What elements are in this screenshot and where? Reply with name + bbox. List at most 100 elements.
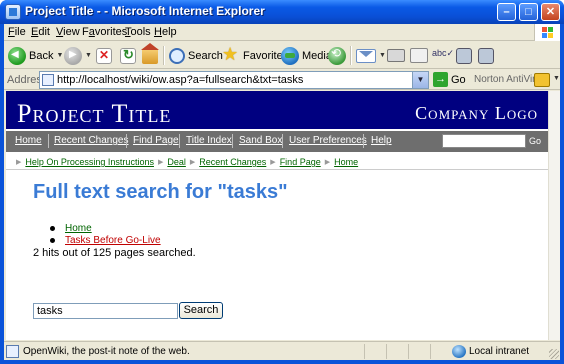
breadcrumb-item[interactable]: Help On Processing Instructions: [25, 157, 154, 167]
page-viewport: Project Title Company Logo Home Recent C…: [6, 91, 548, 340]
mail-button[interactable]: ▼: [356, 45, 386, 66]
printer-icon: [387, 49, 405, 62]
forward-dropdown-icon[interactable]: ▼: [85, 52, 92, 59]
site-header: Project Title Company Logo: [6, 91, 548, 129]
nav-home[interactable]: Home: [15, 135, 42, 146]
menu-help[interactable]: Help: [154, 26, 177, 38]
search-input[interactable]: [33, 303, 178, 319]
mail-icon: [356, 48, 376, 63]
bullet-icon: [50, 225, 55, 231]
norton-dropdown-icon[interactable]: ▼: [553, 75, 560, 82]
search-submit-button[interactable]: Search: [179, 302, 223, 319]
standard-toolbar: Back ▼ ▼ Search Favorites Media: [4, 42, 560, 69]
browser-window: Project Title - - Microsoft Internet Exp…: [0, 0, 564, 364]
nav-user-preferences[interactable]: User Preferences: [289, 135, 367, 146]
page-heading: Full text search for "tasks": [33, 181, 288, 203]
breadcrumb-arrow-icon: ▶: [16, 159, 22, 166]
go-button[interactable]: → Go: [433, 72, 466, 87]
back-label: Back: [29, 49, 54, 62]
bullet-icon: [50, 237, 55, 243]
nav-divider: [179, 134, 180, 148]
status-pane: [386, 344, 406, 359]
nav-divider: [282, 134, 283, 148]
history-button[interactable]: [328, 45, 346, 66]
forward-button[interactable]: ▼: [64, 45, 92, 66]
menu-view[interactable]: View: [56, 26, 80, 38]
media-button[interactable]: Media: [281, 45, 332, 66]
breadcrumb-item[interactable]: Deal: [167, 157, 186, 167]
nav-help[interactable]: Help: [371, 135, 392, 146]
menu-file[interactable]: File: [8, 26, 26, 38]
nav-divider: [48, 134, 49, 148]
search-label: Search: [188, 49, 223, 62]
toolbar-divider: [163, 46, 164, 65]
nav-recent-changes[interactable]: Recent Changes: [54, 135, 129, 146]
menu-bar: File Edit View Favorites Tools Help: [4, 24, 560, 41]
breadcrumb-arrow-icon: ▶: [157, 159, 164, 166]
edit-button[interactable]: [410, 45, 428, 66]
refresh-button[interactable]: [120, 45, 136, 66]
close-button[interactable]: ✕: [541, 3, 560, 21]
tool-button-2[interactable]: [478, 45, 494, 66]
resize-grip[interactable]: [549, 349, 559, 359]
home-button[interactable]: [141, 42, 159, 66]
mail-dropdown-icon[interactable]: ▼: [379, 52, 386, 59]
favorites-star-icon: [222, 44, 240, 65]
norton-icon[interactable]: [534, 73, 550, 87]
breadcrumb-item[interactable]: Home: [334, 157, 358, 167]
security-zone: Local intranet: [469, 346, 530, 357]
back-button[interactable]: Back ▼: [8, 45, 63, 66]
print-button[interactable]: [387, 45, 405, 66]
page-icon: [42, 74, 54, 86]
nav-divider: [363, 134, 364, 148]
result-link-home[interactable]: Home: [65, 223, 92, 234]
stop-button[interactable]: [96, 45, 112, 66]
nav-title-index[interactable]: Title Index: [186, 135, 232, 146]
refresh-icon: [120, 47, 136, 64]
menu-tools[interactable]: Tools: [125, 26, 151, 38]
tool-button-1[interactable]: [456, 45, 472, 66]
home-icon: [141, 42, 159, 64]
address-dropdown-icon[interactable]: ▼: [412, 72, 428, 88]
breadcrumb-item[interactable]: Recent Changes: [199, 157, 266, 167]
history-icon: [328, 46, 346, 65]
forward-arrow-icon: [64, 46, 82, 65]
maximize-button[interactable]: □: [519, 3, 538, 21]
hits-summary: 2 hits out of 125 pages searched.: [33, 247, 196, 259]
search-button[interactable]: Search: [169, 45, 223, 66]
vertical-scrollbar[interactable]: [548, 91, 560, 340]
minimize-button[interactable]: –: [497, 3, 516, 21]
title-bar[interactable]: Project Title - - Microsoft Internet Exp…: [0, 0, 564, 24]
nav-find-page[interactable]: Find Page: [133, 135, 179, 146]
spellcheck-button[interactable]: [432, 45, 454, 66]
favorites-button[interactable]: Favorites: [222, 44, 288, 66]
status-pane: [408, 344, 428, 359]
result-link-tasks-before-go-live[interactable]: Tasks Before Go-Live: [65, 235, 161, 246]
breadcrumb-item[interactable]: Find Page: [280, 157, 321, 167]
nav-divider: [126, 134, 127, 148]
messenger-tool-icon: [478, 47, 494, 64]
stop-icon: [96, 47, 112, 64]
breadcrumb-arrow-icon: ▶: [324, 159, 331, 166]
search-results-list: Home Tasks Before Go-Live: [50, 222, 161, 246]
spellcheck-icon: [432, 47, 454, 65]
status-bar: OpenWiki, the post-it note of the web. L…: [4, 341, 560, 360]
breadcrumb-divider: [6, 169, 548, 170]
nav-go-button[interactable]: Go: [529, 136, 541, 146]
back-dropdown-icon[interactable]: ▼: [56, 52, 63, 59]
windows-logo-icon: [534, 24, 560, 41]
menu-edit[interactable]: Edit: [31, 26, 50, 38]
breadcrumb-arrow-icon: ▶: [270, 159, 276, 166]
nav-sand-box[interactable]: Sand Box: [239, 135, 282, 146]
ie-page-icon: [5, 4, 21, 20]
menu-favorites[interactable]: Favorites: [82, 26, 127, 38]
address-url[interactable]: http://localhost/wiki/ow.asp?a=fullsearc…: [57, 74, 303, 86]
toolbar-divider: [350, 46, 351, 65]
window-title: Project Title - - Microsoft Internet Exp…: [25, 4, 265, 18]
status-pane: [430, 344, 450, 359]
list-item: Tasks Before Go-Live: [50, 234, 161, 246]
page-done-icon: [6, 345, 19, 358]
magnifier-icon: [169, 47, 185, 64]
nav-search-input[interactable]: [442, 134, 526, 148]
address-input[interactable]: http://localhost/wiki/ow.asp?a=fullsearc…: [39, 71, 429, 89]
